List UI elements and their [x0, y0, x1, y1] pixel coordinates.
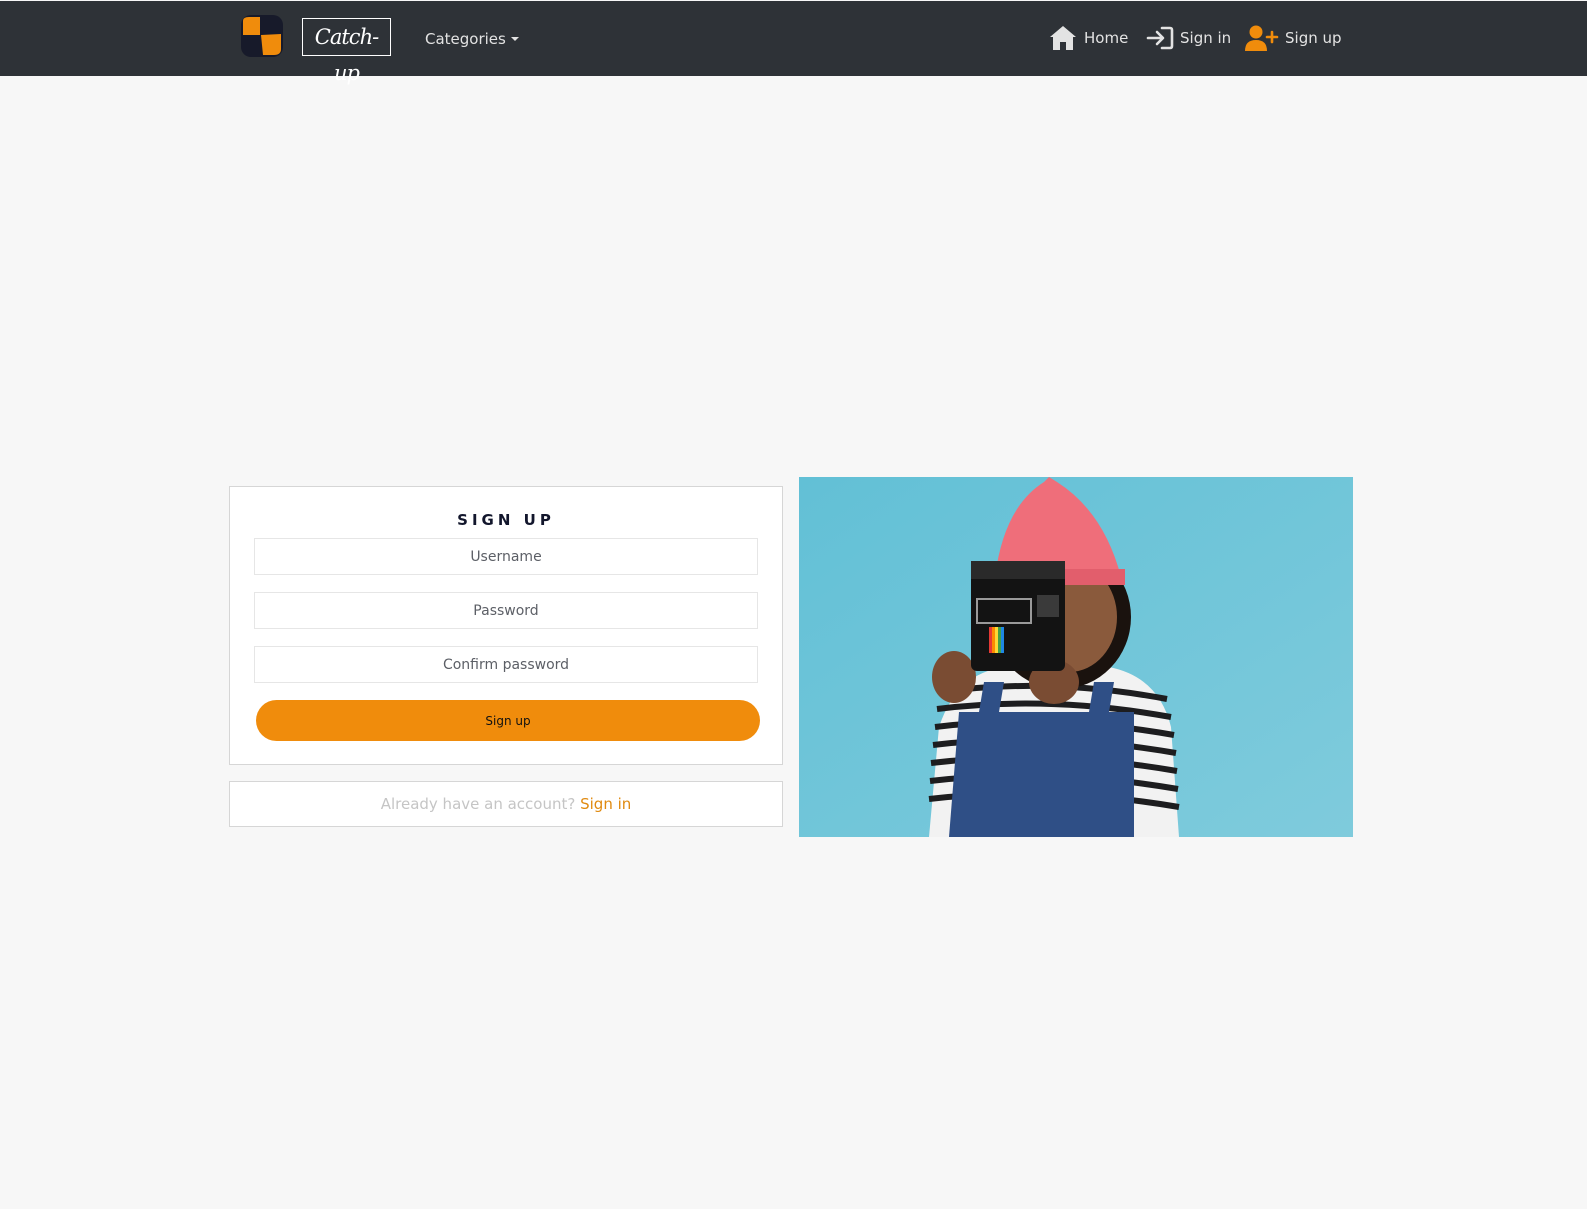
signin-prompt-text: Already have an account? — [380, 795, 576, 813]
nav-sign-in-link[interactable]: Sign in — [1146, 23, 1231, 53]
username-input[interactable] — [254, 538, 758, 575]
sign-in-link[interactable]: Sign in — [580, 795, 631, 813]
signup-title: SIGN UP — [457, 511, 555, 529]
hero-photo — [799, 477, 1353, 837]
top-navbar: Catch-up Categories Home Sign in Sign up — [0, 1, 1587, 85]
password-input[interactable] — [254, 592, 758, 629]
nav-sign-up-link[interactable]: Sign up — [1245, 23, 1342, 53]
app-logo-icon[interactable] — [241, 15, 283, 57]
nav-sign-in-label: Sign in — [1180, 29, 1232, 47]
sign-in-icon — [1146, 26, 1174, 50]
user-plus-icon — [1245, 25, 1279, 51]
sign-up-button[interactable]: Sign up — [256, 700, 760, 741]
nav-home-link[interactable]: Home — [1048, 23, 1128, 53]
brand-logo[interactable]: Catch-up — [302, 18, 391, 85]
signin-prompt-card: Already have an account? Sign in — [229, 781, 783, 827]
confirm-password-input[interactable] — [254, 646, 758, 683]
categories-label: Categories — [425, 30, 506, 48]
caret-down-icon — [510, 37, 519, 41]
nav-home-label: Home — [1084, 29, 1129, 47]
signup-card: SIGN UP Sign up — [229, 486, 783, 765]
categories-dropdown[interactable]: Categories — [425, 28, 519, 50]
home-icon — [1050, 26, 1076, 50]
nav-sign-up-label: Sign up — [1285, 29, 1342, 47]
